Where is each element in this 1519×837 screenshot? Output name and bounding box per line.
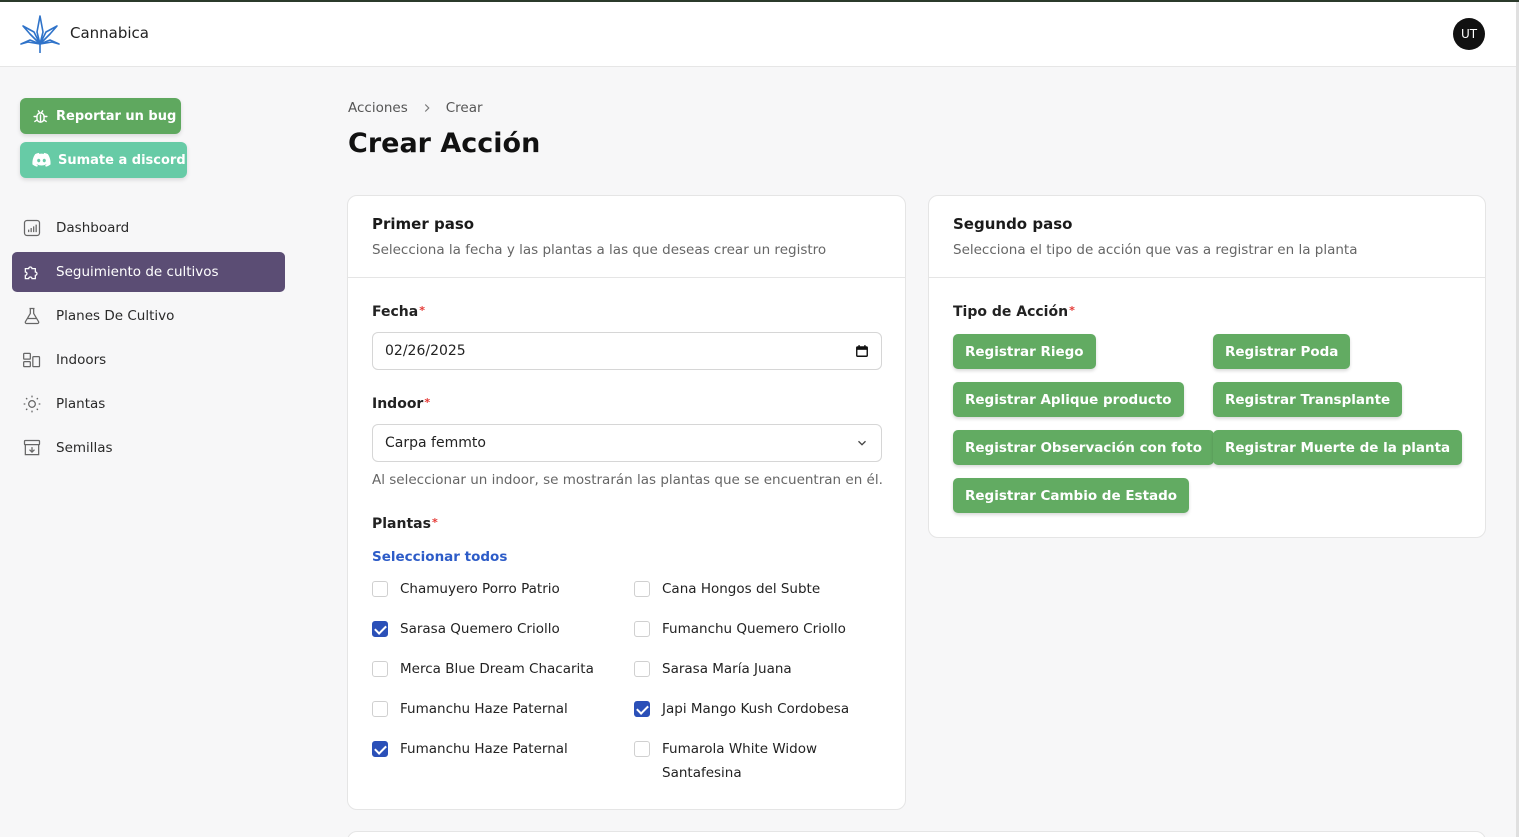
plant-checkbox-item[interactable]: Sarasa María Juana xyxy=(634,657,874,681)
sun-icon xyxy=(23,395,41,413)
plant-checkbox-item[interactable]: Sarasa Quemero Criollo xyxy=(372,617,612,641)
sidebar-item-plantas[interactable]: Plantas xyxy=(12,384,285,424)
plant-checkbox-item[interactable]: Fumanchu Haze Paternal xyxy=(372,737,612,761)
sidebar-item-label: Planes De Cultivo xyxy=(56,308,175,324)
step3-card xyxy=(347,831,1486,837)
sidebar-item-semillas[interactable]: Semillas xyxy=(12,428,285,468)
step1-card: Primer paso Selecciona la fecha y las pl… xyxy=(347,195,906,810)
step2-header: Segundo paso Selecciona el tipo de acció… xyxy=(929,196,1485,278)
indoor-label: Indoor* xyxy=(372,396,431,412)
step2-title: Segundo paso xyxy=(953,215,1073,233)
checkbox[interactable] xyxy=(634,741,650,757)
chevron-right-icon xyxy=(424,104,430,112)
calendar-icon[interactable] xyxy=(855,344,869,358)
breadcrumb-current: Crear xyxy=(445,100,483,116)
register-pruning-button[interactable]: Registrar Poda xyxy=(1213,334,1351,369)
checkbox[interactable] xyxy=(634,701,650,717)
checkbox[interactable] xyxy=(372,701,388,717)
sidebar-item-label: Seguimiento de cultivos xyxy=(56,264,219,280)
discord-label: Sumate a discord xyxy=(58,152,186,168)
discord-icon xyxy=(32,152,51,167)
archive-icon xyxy=(23,439,41,456)
plant-checkbox-item[interactable]: Chamuyero Porro Patrio xyxy=(372,577,612,601)
step1-subtitle: Selecciona la fecha y las plantas a las … xyxy=(372,242,827,258)
puzzle-icon xyxy=(24,266,38,280)
plant-checkbox-item[interactable]: Japi Mango Kush Cordobesa xyxy=(634,697,874,721)
checkbox[interactable] xyxy=(372,621,388,637)
date-input[interactable]: 02/26/2025 xyxy=(372,332,882,370)
step1-header: Primer paso Selecciona la fecha y las pl… xyxy=(348,196,905,278)
date-label: Fecha* xyxy=(372,304,425,320)
app-name[interactable]: Cannabica xyxy=(70,24,149,42)
register-watering-button[interactable]: Registrar Riego xyxy=(953,334,1096,369)
checkbox[interactable] xyxy=(634,581,650,597)
register-photo-observation-button[interactable]: Registrar Observación con foto xyxy=(953,430,1215,465)
bug-icon xyxy=(33,109,48,123)
step2-subtitle: Selecciona el tipo de acción que vas a r… xyxy=(953,242,1358,258)
sidebar-item-label: Semillas xyxy=(56,440,113,456)
checkbox[interactable] xyxy=(372,661,388,677)
cannabis-leaf-logo-icon[interactable] xyxy=(20,14,60,54)
checkbox[interactable] xyxy=(634,621,650,637)
action-type-label: Tipo de Acción* xyxy=(953,304,1075,320)
checkbox[interactable] xyxy=(634,661,650,677)
checkbox[interactable] xyxy=(372,581,388,597)
flask-icon xyxy=(24,307,40,325)
sidebar-item-seguimiento[interactable]: Seguimiento de cultivos xyxy=(12,252,285,292)
register-product-button[interactable]: Registrar Aplique producto xyxy=(953,382,1184,417)
checkbox[interactable] xyxy=(372,741,388,757)
chart-icon xyxy=(23,219,41,237)
indoor-help-text: Al seleccionar un indoor, se mostrarán l… xyxy=(372,472,883,488)
page-title: Crear Acción xyxy=(348,128,541,159)
select-all-link[interactable]: Seleccionar todos xyxy=(372,549,507,565)
breadcrumb: Acciones Crear xyxy=(348,100,483,116)
plants-label: Plantas* xyxy=(372,516,438,532)
breadcrumb-parent[interactable]: Acciones xyxy=(348,100,408,116)
sidebar-item-label: Dashboard xyxy=(56,220,130,236)
discord-button[interactable]: Sumate a discord xyxy=(20,142,187,178)
register-transplant-button[interactable]: Registrar Transplante xyxy=(1213,382,1403,417)
plant-checkbox-item[interactable]: Fumanchu Haze Paternal xyxy=(372,697,612,721)
date-value: 02/26/2025 xyxy=(385,343,466,359)
register-plant-death-button[interactable]: Registrar Muerte de la planta xyxy=(1213,430,1463,465)
sidebar-item-label: Indoors xyxy=(56,352,107,368)
step1-title: Primer paso xyxy=(372,215,475,233)
step2-card: Segundo paso Selecciona el tipo de acció… xyxy=(928,195,1486,538)
user-avatar[interactable]: UT xyxy=(1453,18,1485,50)
sidebar-item-label: Plantas xyxy=(56,396,106,412)
report-bug-button[interactable]: Reportar un bug xyxy=(20,98,181,134)
top-bar: Cannabica UT xyxy=(0,2,1519,67)
report-bug-label: Reportar un bug xyxy=(56,108,177,124)
plant-checkbox-item[interactable]: Fumanchu Quemero Criollo xyxy=(634,617,874,641)
plant-checkbox-item[interactable]: Cana Hongos del Subte xyxy=(634,577,874,601)
sidebar-item-planes[interactable]: Planes De Cultivo xyxy=(12,296,285,336)
chevron-down-icon xyxy=(858,440,866,446)
layout-icon xyxy=(23,352,41,368)
plant-checkbox-item[interactable]: Fumarola White Widow Santafesina xyxy=(634,737,844,785)
sidebar-item-dashboard[interactable]: Dashboard xyxy=(12,208,285,248)
register-status-change-button[interactable]: Registrar Cambio de Estado xyxy=(953,478,1190,513)
plant-checkbox-item[interactable]: Merca Blue Dream Chacarita xyxy=(372,657,612,681)
sidebar-item-indoors[interactable]: Indoors xyxy=(12,340,285,380)
indoor-select[interactable]: Carpa femmto xyxy=(372,424,882,462)
indoor-value: Carpa femmto xyxy=(385,435,486,451)
